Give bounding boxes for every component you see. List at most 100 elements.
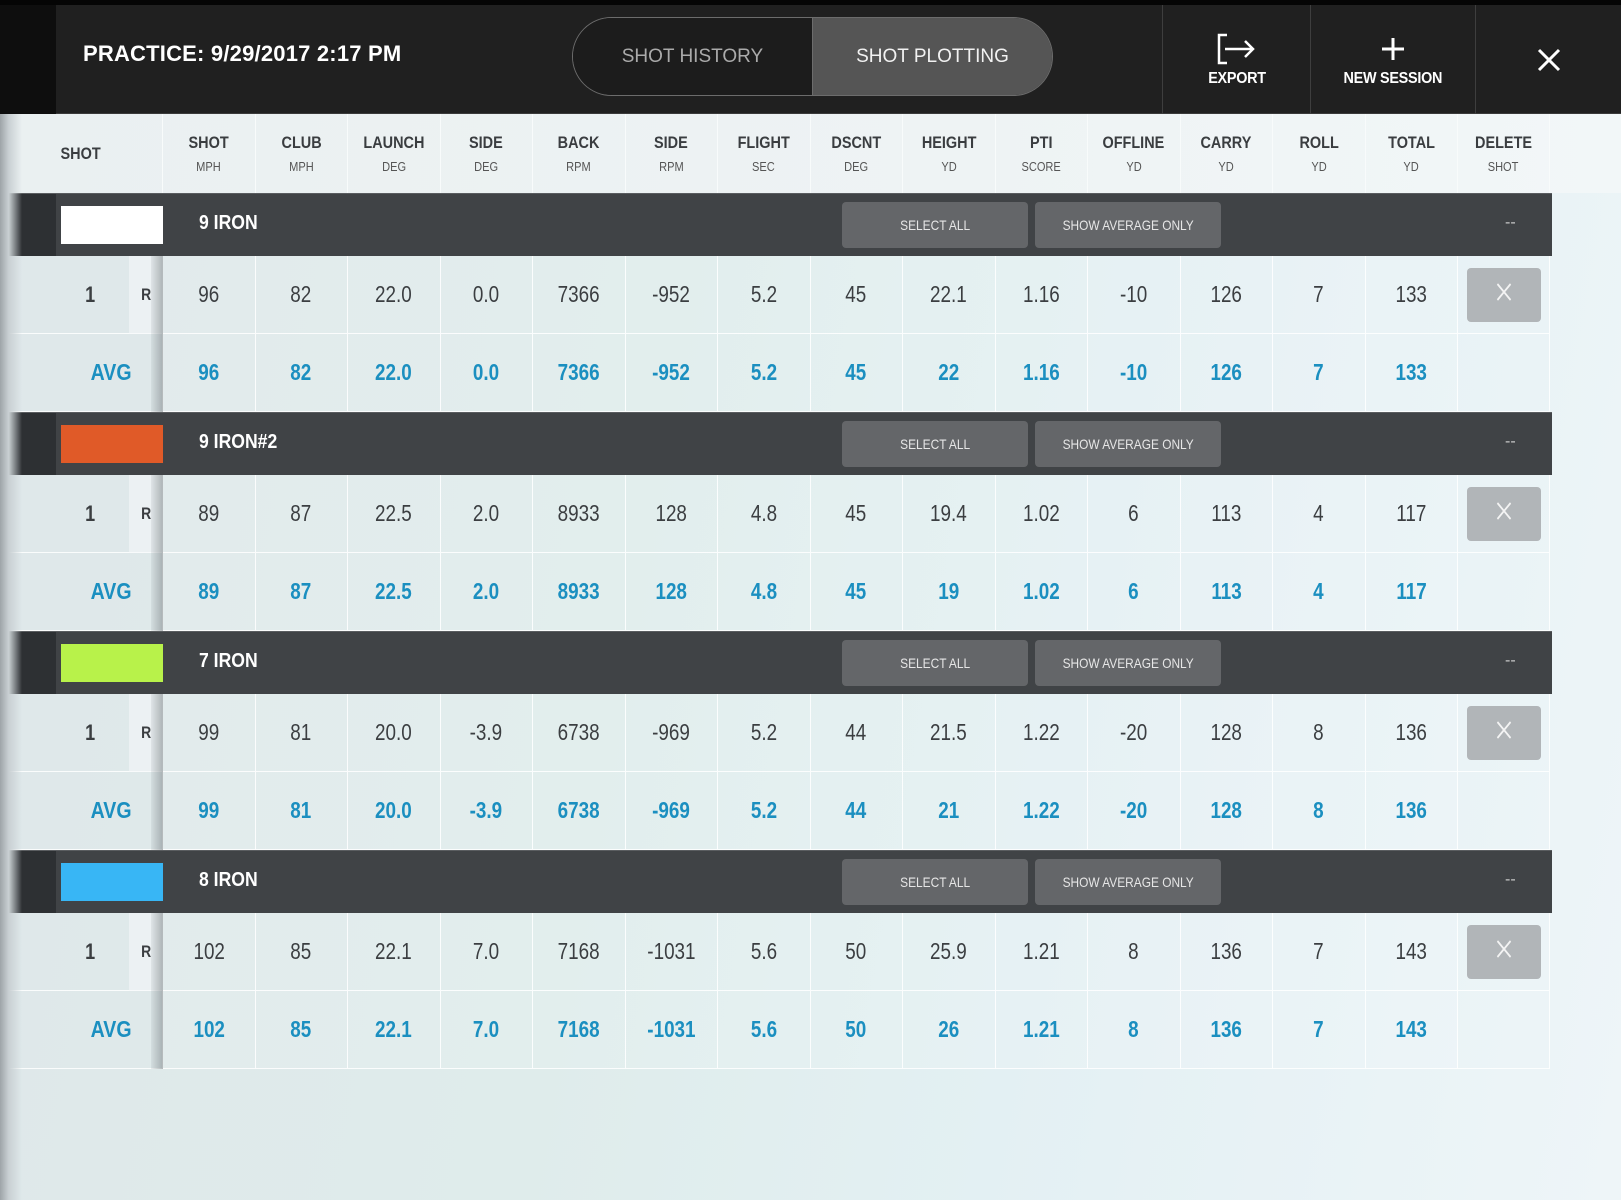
collapse-toggle[interactable]: -- — [1505, 652, 1516, 670]
column-header-10[interactable]: PTI SCORE — [996, 114, 1088, 193]
avg-metric-cell: 26 — [903, 991, 996, 1069]
show-average-only-button[interactable]: SHOW AVERAGE ONLY — [1035, 859, 1221, 905]
column-header-12[interactable]: CARRY YD — [1181, 114, 1273, 193]
metric-cell: 22.1 — [903, 256, 996, 334]
collapse-toggle[interactable]: -- — [1505, 214, 1516, 232]
column-header-row: SHOT SHOT MPH CLUB MPH LAUNCH DEG SIDE DEG BACK RP… — [0, 114, 1621, 193]
shot-row[interactable]: 1 R 99 81 20.0 -3.9 6738 -969 5.2 44 21.5 1.22 -20 12… — [0, 694, 1621, 772]
metric-cell: 7 — [1273, 913, 1366, 991]
collapse-toggle[interactable]: -- — [1505, 433, 1516, 451]
club-color-swatch[interactable] — [61, 206, 163, 244]
delete-shot-button[interactable] — [1466, 705, 1541, 760]
select-all-button[interactable]: SELECT ALL — [842, 859, 1028, 905]
metric-cell: 136 — [1365, 694, 1458, 772]
group-header: 9 IRON SELECT ALL SHOW AVERAGE ONLY -- — [0, 193, 1552, 256]
avg-metric-cell: 128 — [625, 553, 718, 631]
avg-metric-cell: 99 — [163, 772, 256, 850]
column-header-15[interactable]: DELETE SHOT — [1458, 114, 1550, 193]
group-header: 9 IRON#2 SELECT ALL SHOW AVERAGE ONLY -- — [0, 412, 1552, 475]
column-title: LAUNCH — [363, 133, 425, 152]
delete-shot-button[interactable] — [1466, 924, 1541, 979]
column-unit: SHOT — [1488, 159, 1519, 174]
metric-cell: 82 — [255, 256, 348, 334]
metric-cell: 22.5 — [348, 475, 441, 553]
avg-metric-cell: 136 — [1365, 772, 1458, 850]
column-header-2[interactable]: CLUB MPH — [256, 114, 348, 193]
shot-row[interactable]: 1 R 102 85 22.1 7.0 7168 -1031 5.6 50 25.9 1.21 8 136… — [0, 913, 1621, 991]
column-header-14[interactable]: TOTAL YD — [1366, 114, 1458, 193]
metric-cell: 81 — [255, 694, 348, 772]
avg-label-cell: AVG — [0, 991, 163, 1069]
avg-metric-cell: 1.21 — [995, 991, 1088, 1069]
avg-label: AVG — [90, 797, 132, 823]
column-header-8[interactable]: DSCNT DEG — [811, 114, 903, 193]
delete-shot-button[interactable] — [1466, 486, 1541, 541]
shot-hand: R — [141, 284, 152, 304]
metric-cell: 4.8 — [718, 475, 811, 553]
avg-metric-cell: 20.0 — [348, 772, 441, 850]
show-average-only-button[interactable]: SHOW AVERAGE ONLY — [1035, 640, 1221, 686]
select-all-button[interactable]: SELECT ALL — [842, 421, 1028, 467]
metric-cell: -3.9 — [440, 694, 533, 772]
select-all-button[interactable]: SELECT ALL — [842, 202, 1028, 248]
metric-cell: -10 — [1088, 256, 1181, 334]
avg-metric-cell: 21 — [903, 772, 996, 850]
show-average-only-button[interactable]: SHOW AVERAGE ONLY — [1035, 202, 1221, 248]
new-session-button[interactable]: NEW SESSION — [1310, 5, 1475, 114]
delete-shot-button[interactable] — [1466, 267, 1541, 322]
avg-label: AVG — [90, 1016, 132, 1042]
column-title: CLUB — [281, 133, 322, 152]
column-title: PTI — [1029, 133, 1053, 152]
column-unit: YD — [1403, 159, 1419, 174]
column-header-7[interactable]: FLIGHT SEC — [718, 114, 811, 193]
avg-metric-cell: 87 — [255, 553, 348, 631]
column-header-3[interactable]: LAUNCH DEG — [348, 114, 441, 193]
club-color-swatch[interactable] — [61, 644, 163, 682]
club-color-swatch[interactable] — [61, 425, 163, 463]
close-button[interactable] — [1475, 5, 1621, 114]
avg-metric-cell: 44 — [810, 772, 903, 850]
export-button[interactable]: EXPORT — [1162, 5, 1310, 114]
shot-row[interactable]: 1 R 89 87 22.5 2.0 8933 128 4.8 45 19.4 1.02 6 113 4 11… — [0, 475, 1621, 553]
column-header-13[interactable]: ROLL YD — [1273, 114, 1366, 193]
avg-metric-cell: 1.16 — [995, 334, 1088, 412]
select-all-button[interactable]: SELECT ALL — [842, 640, 1028, 686]
session-title: PRACTICE: 9/29/2017 2:17 PM — [83, 41, 402, 66]
column-header-9[interactable]: HEIGHT YD — [903, 114, 996, 193]
metric-cell: 8 — [1088, 913, 1181, 991]
show-average-only-button[interactable]: SHOW AVERAGE ONLY — [1035, 421, 1221, 467]
avg-metric-cell: 0.0 — [440, 334, 533, 412]
metric-cell: 20.0 — [348, 694, 441, 772]
tab-shot-plotting[interactable]: SHOT PLOTTING — [813, 18, 1052, 95]
metric-cell: 143 — [1365, 913, 1458, 991]
avg-metric-cell: -952 — [625, 334, 718, 412]
shot-row[interactable]: 1 R 96 82 22.0 0.0 7366 -952 5.2 45 22.1 1.16 -10 126… — [0, 256, 1621, 334]
metric-cell: 128 — [1180, 694, 1273, 772]
shot-hand: R — [141, 722, 152, 742]
column-unit: SCORE — [1021, 159, 1061, 174]
metric-cell: 96 — [163, 256, 256, 334]
avg-metric-cell: 136 — [1180, 991, 1273, 1069]
club-color-swatch[interactable] — [61, 863, 163, 901]
metric-cell: -952 — [625, 256, 718, 334]
column-unit: DEG — [381, 159, 406, 174]
avg-label-cell: AVG — [0, 772, 163, 850]
column-header-11[interactable]: OFFLINE YD — [1088, 114, 1181, 193]
metric-cell: 1.21 — [995, 913, 1088, 991]
column-header-4[interactable]: SIDE DEG — [441, 114, 533, 193]
tab-shot-history[interactable]: SHOT HISTORY — [573, 18, 813, 95]
metric-cell: -969 — [625, 694, 718, 772]
column-unit: YD — [1311, 159, 1327, 174]
avg-metric-cell: 4.8 — [718, 553, 811, 631]
metric-cell: 22.1 — [348, 913, 441, 991]
metric-cell: -1031 — [625, 913, 718, 991]
avg-metric-cell: 22 — [903, 334, 996, 412]
column-header-1[interactable]: SHOT MPH — [163, 114, 256, 193]
collapse-toggle[interactable]: -- — [1505, 871, 1516, 889]
metric-cell: -20 — [1088, 694, 1181, 772]
column-header-5[interactable]: BACK RPM — [533, 114, 626, 193]
column-header-6[interactable]: SIDE RPM — [626, 114, 718, 193]
top-bar: PRACTICE: 9/29/2017 2:17 PM SHOT HISTORY… — [0, 0, 1621, 114]
avg-metric-cell: -3.9 — [440, 772, 533, 850]
column-header-0[interactable]: SHOT — [0, 114, 163, 193]
